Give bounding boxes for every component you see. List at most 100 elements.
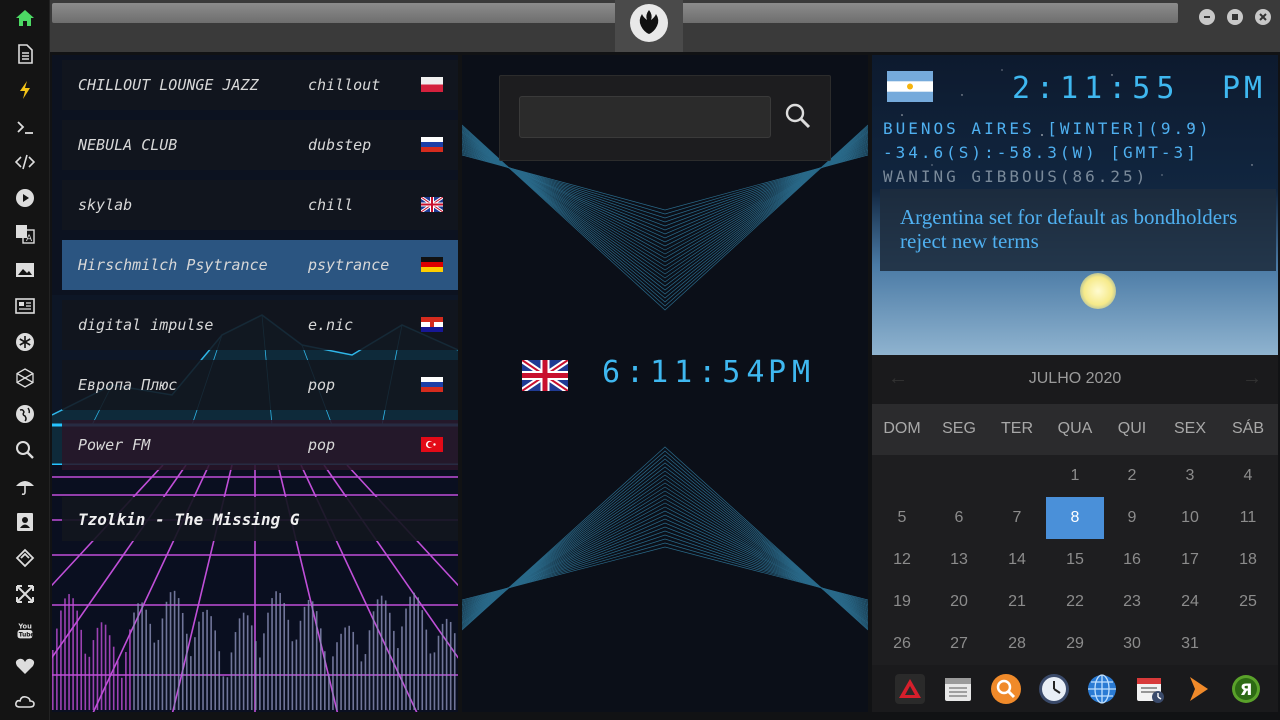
next-month-button[interactable]: → — [1242, 367, 1262, 390]
play-icon[interactable] — [13, 186, 37, 210]
calendar-day[interactable]: 25 — [1219, 581, 1277, 623]
app-dock: Я — [872, 665, 1278, 712]
weekday-label: SEG — [942, 420, 976, 437]
app-sidebar: A You Tube — [0, 0, 50, 720]
news-icon[interactable] — [13, 294, 37, 318]
heart-icon[interactable] — [13, 654, 37, 678]
calendar-day[interactable]: 23 — [1103, 581, 1161, 623]
weekday-label: QUA — [1057, 420, 1093, 437]
station-row-active[interactable]: Hirschmilch Psytrance psytrance — [62, 240, 458, 290]
search-icon[interactable] — [782, 100, 814, 132]
home-icon[interactable] — [13, 6, 37, 30]
play-arrow-icon[interactable] — [1182, 673, 1214, 705]
news-headline[interactable]: Argentina set for default as bondholders… — [880, 189, 1276, 271]
alert-app-icon[interactable] — [894, 673, 926, 705]
umbrella-icon[interactable] — [13, 474, 37, 498]
sun-icon — [1080, 273, 1116, 309]
calendar-day[interactable]: 22 — [1046, 581, 1104, 623]
calendar-day[interactable]: 12 — [873, 539, 931, 581]
uk-flag-icon — [522, 360, 568, 391]
station-row[interactable]: digital impulse e.nic — [62, 300, 458, 350]
cloud-icon[interactable] — [13, 690, 37, 714]
station-genre: chill — [308, 196, 354, 214]
calendar-day[interactable]: 20 — [930, 581, 988, 623]
russia-flag-icon — [421, 377, 443, 392]
station-row[interactable]: CHILLOUT LOUNGE JAZZ chillout — [62, 60, 458, 110]
calendar-day[interactable]: 16 — [1103, 539, 1161, 581]
calendar-day[interactable]: 7 — [988, 497, 1046, 539]
calendar-day[interactable]: 3 — [1161, 455, 1219, 497]
hexagon-icon[interactable] — [13, 366, 37, 390]
calendar-day[interactable]: 13 — [930, 539, 988, 581]
clock-app-icon[interactable] — [1038, 673, 1070, 705]
station-genre: e.nic — [308, 316, 354, 334]
calendar-day[interactable]: 28 — [988, 623, 1046, 665]
coordinates-info: -34.6(S):-58.3(W) [GMT-3] — [883, 143, 1199, 162]
terminal-icon[interactable] — [13, 115, 37, 139]
station-row[interactable]: Европа Плюс pop — [62, 360, 458, 410]
station-name: Hirschmilch Psytrance — [78, 256, 268, 274]
station-row[interactable]: NEBULA CLUB dubstep — [62, 120, 458, 170]
logo-tab[interactable] — [615, 0, 683, 52]
document-icon[interactable] — [13, 42, 37, 66]
calendar-day[interactable]: 4 — [1219, 455, 1277, 497]
station-name: NEBULA CLUB — [78, 136, 178, 154]
germany-flag-icon — [421, 257, 443, 272]
tag-icon[interactable] — [13, 546, 37, 570]
calendar-widget: ← JULHO 2020 → DOM SEG TER QUA QUI SEX S… — [872, 355, 1278, 665]
station-row[interactable]: Power FM pop — [62, 420, 458, 470]
calendar-day[interactable]: 21 — [988, 581, 1046, 623]
contacts-icon[interactable] — [13, 510, 37, 534]
calendar-day[interactable]: 1 — [1046, 455, 1104, 497]
code-icon[interactable] — [13, 150, 37, 174]
calendar-day[interactable]: 15 — [1046, 539, 1104, 581]
calendar-day[interactable]: 14 — [988, 539, 1046, 581]
calendar-day[interactable]: 27 — [930, 623, 988, 665]
calendar-day[interactable]: 24 — [1161, 581, 1219, 623]
city-info: BUENOS AIRES [WINTER](9.9) — [883, 119, 1212, 138]
calendar-day[interactable]: 29 — [1046, 623, 1104, 665]
minimize-button[interactable] — [1199, 9, 1215, 25]
station-genre: psytrance — [308, 256, 390, 274]
station-row[interactable]: skylab chill — [62, 180, 458, 230]
calendar-day[interactable]: 19 — [873, 581, 931, 623]
calendar-app-icon[interactable] — [942, 673, 974, 705]
maximize-button[interactable] — [1227, 9, 1243, 25]
calendar-day[interactable]: 18 — [1219, 539, 1277, 581]
translate-icon[interactable]: A — [13, 222, 37, 246]
station-name: Европа Плюс — [78, 376, 178, 394]
calendar-day[interactable]: 26 — [873, 623, 931, 665]
image-icon[interactable] — [13, 258, 37, 282]
globe-icon[interactable] — [13, 402, 37, 426]
svg-text:A: A — [26, 234, 33, 244]
croatia-flag-icon — [421, 317, 443, 332]
calendar-day[interactable]: 11 — [1219, 497, 1277, 539]
calendar-day[interactable]: 17 — [1161, 539, 1219, 581]
expand-icon[interactable] — [13, 582, 37, 606]
yandex-icon[interactable]: Я — [1230, 673, 1262, 705]
search-input[interactable] — [519, 96, 771, 138]
calendar-day[interactable]: 31 — [1161, 623, 1219, 665]
calendar-day[interactable]: 10 — [1161, 497, 1219, 539]
calendar-day[interactable]: 5 — [873, 497, 931, 539]
world-clock-panel: 2:11:55 PM BUENOS AIRES [WINTER](9.9) -3… — [872, 55, 1278, 355]
station-genre: chillout — [308, 76, 381, 94]
calendar-day[interactable]: 6 — [930, 497, 988, 539]
calendar-day[interactable]: 9 — [1103, 497, 1161, 539]
moon-phase-info: WANING GIBBOUS(86.25) — [883, 167, 1149, 186]
asterisk-icon[interactable] — [13, 330, 37, 354]
lightning-icon[interactable] — [13, 78, 37, 102]
web-globe-icon[interactable] — [1086, 673, 1118, 705]
now-playing-title: Tzolkin - The Missing G — [62, 497, 458, 541]
calendar-day-today[interactable]: 8 — [1046, 497, 1104, 539]
youtube-icon[interactable]: You Tube — [13, 618, 37, 642]
poland-flag-icon — [421, 77, 443, 92]
search-icon[interactable] — [13, 438, 37, 462]
magnifier-app-icon[interactable] — [990, 673, 1022, 705]
calendar-day[interactable]: 2 — [1103, 455, 1161, 497]
calendar-day[interactable]: 30 — [1103, 623, 1161, 665]
station-genre: pop — [308, 376, 336, 394]
close-button[interactable] — [1255, 9, 1271, 25]
schedule-app-icon[interactable] — [1134, 673, 1166, 705]
station-genre: pop — [308, 436, 336, 454]
